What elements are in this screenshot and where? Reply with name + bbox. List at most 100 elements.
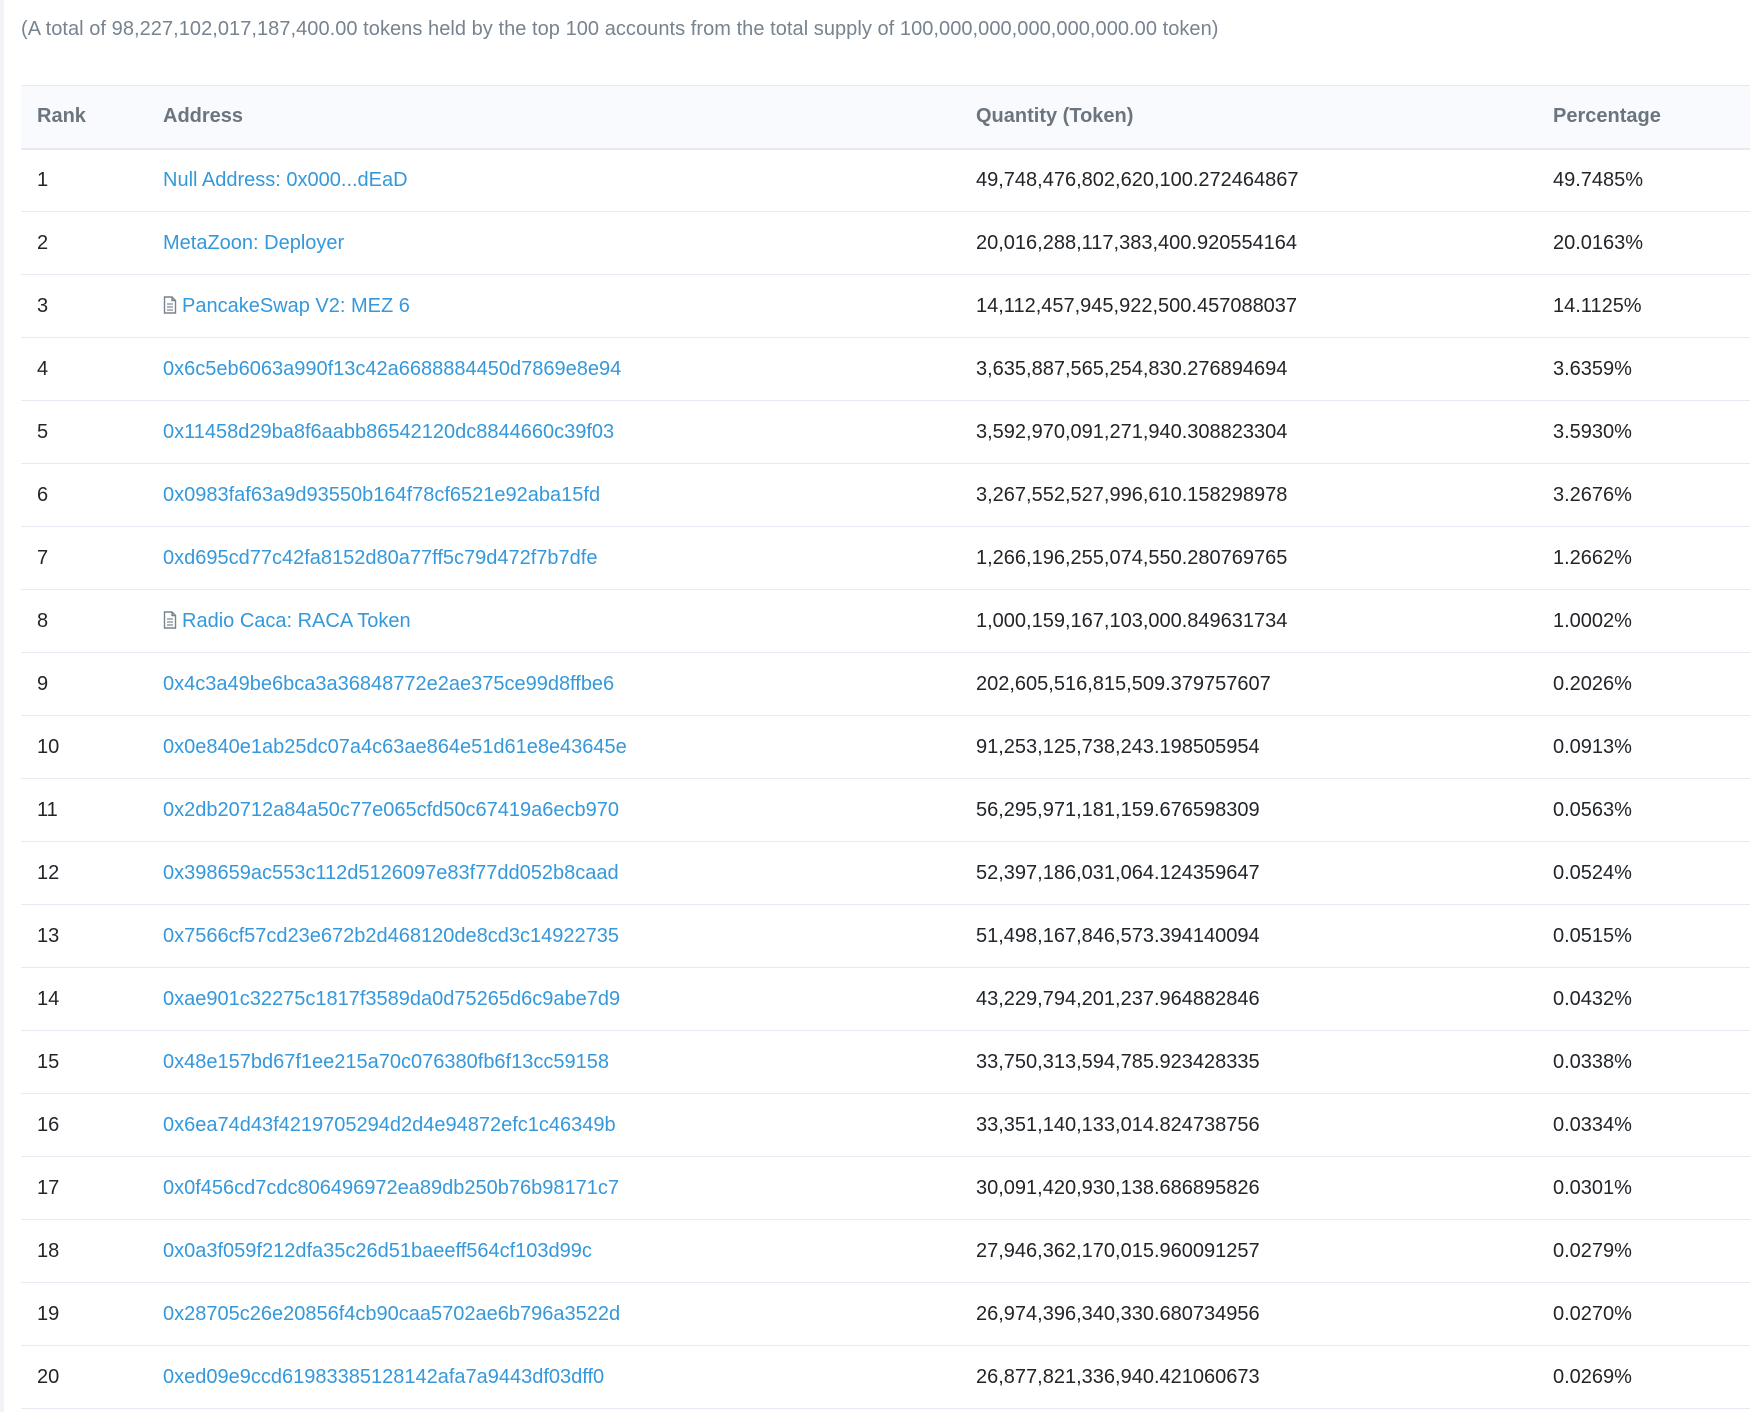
quantity-cell: 26,974,396,340,330.680734956	[976, 1302, 1260, 1325]
quantity-cell: 14,112,457,945,922,500.457088037	[976, 294, 1298, 317]
table-row: 5 0x11458d29ba8f6aabb86542120dc8844660c39…	[21, 401, 1750, 464]
table-row: 20 0xed09e9ccd61983385128142afa7a9443df03…	[21, 1346, 1750, 1409]
rank-cell: 2	[37, 231, 49, 254]
holder-address-link[interactable]: 0x7566cf57cd23e672b2d468120de8cd3c149227…	[163, 925, 619, 947]
table-row: 17 0x0f456cd7cdc806496972ea89db250b76b981…	[21, 1157, 1750, 1220]
address-cell: 0x4c3a49be6bca3a36848772e2ae375ce99d8ffb…	[147, 653, 960, 716]
holder-address-link[interactable]: 0x4c3a49be6bca3a36848772e2ae375ce99d8ffb…	[163, 673, 614, 695]
holder-address-link[interactable]: 0x398659ac553c112d5126097e83f77dd052b8ca…	[163, 862, 619, 884]
quantity-column-header: Quantity (Token)	[976, 105, 1134, 128]
percentage-cell: 0.0269%	[1553, 1365, 1632, 1388]
holder-address-link[interactable]: PancakeSwap V2: MEZ 6	[182, 295, 410, 317]
address-cell: MetaZoon: Deployer	[147, 212, 960, 275]
address-cell: 0x0a3f059f212dfa35c26d51baeeff564cf103d9…	[147, 1220, 960, 1283]
quantity-cell: 91,253,125,738,243.198505954	[976, 735, 1260, 758]
address-cell: 0xae901c32275c1817f3589da0d75265d6c9abe7…	[147, 968, 960, 1031]
holder-address-link[interactable]: Null Address: 0x000...dEaD	[163, 169, 408, 191]
holder-address-link[interactable]: 0x0983faf63a9d93550b164f78cf6521e92aba15…	[163, 484, 600, 506]
rank-cell: 6	[37, 483, 49, 506]
address-cell: 0xd695cd77c42fa8152d80a77ff5c79d472f7b7d…	[147, 527, 960, 590]
table-row: 1 Null Address: 0x000...dEaD 49,748,476,80…	[21, 149, 1750, 212]
holder-address-link[interactable]: 0xae901c32275c1817f3589da0d75265d6c9abe7…	[163, 988, 620, 1010]
table-row: 12 0x398659ac553c112d5126097e83f77dd052b8…	[21, 842, 1750, 905]
percentage-cell: 3.2676%	[1553, 483, 1632, 506]
holders-summary: (A total of 98,227,102,017,187,400.00 to…	[21, 18, 1219, 40]
quantity-cell: 30,091,420,930,138.686895826	[976, 1176, 1260, 1199]
holder-address-link[interactable]: 0xd695cd77c42fa8152d80a77ff5c79d472f7b7d…	[163, 547, 597, 569]
quantity-cell: 49,748,476,802,620,100.272464867	[976, 168, 1299, 191]
percentage-cell: 0.0301%	[1553, 1176, 1632, 1199]
holder-address-link[interactable]: 0x28705c26e20856f4cb90caa5702ae6b796a352…	[163, 1303, 620, 1325]
address-cell: 0x398659ac553c112d5126097e83f77dd052b8ca…	[147, 842, 960, 905]
rank-cell: 1	[37, 168, 49, 191]
holder-address-link[interactable]: Radio Caca: RACA Token	[182, 610, 411, 632]
table-row: 3 PancakeSwap V2: MEZ 6 14,112,457,945,922…	[21, 275, 1750, 338]
address-cell: 0xed09e9ccd61983385128142afa7a9443df03df…	[147, 1346, 960, 1409]
rank-cell: 9	[37, 672, 49, 695]
quantity-cell: 52,397,186,031,064.124359647	[976, 861, 1260, 884]
holder-address-link[interactable]: 0x6c5eb6063a990f13c42a6688884450d7869e8e…	[163, 358, 621, 380]
holder-address-link[interactable]: MetaZoon: Deployer	[163, 232, 344, 254]
address-cell: 0x0e840e1ab25dc07a4c63ae864e51d61e8e4364…	[147, 716, 960, 779]
table-header: Rank Address Quantity (Token) Percentage	[21, 85, 1750, 149]
address-cell: 0x6ea74d43f4219705294d2d4e94872efc1c4634…	[147, 1094, 960, 1157]
percentage-cell: 0.2026%	[1553, 672, 1632, 695]
address-column-header: Address	[163, 105, 244, 128]
holder-address-link[interactable]: 0x11458d29ba8f6aabb86542120dc8844660c39f…	[163, 421, 614, 443]
percentage-cell: 49.7485%	[1553, 168, 1644, 191]
address-cell: 0x11458d29ba8f6aabb86542120dc8844660c39f…	[147, 401, 960, 464]
address-cell: Radio Caca: RACA Token	[147, 590, 960, 653]
quantity-cell: 20,016,288,117,383,400.920554164	[976, 231, 1298, 254]
address-cell: 0x0f456cd7cdc806496972ea89db250b76b98171…	[147, 1157, 960, 1220]
holder-address-link[interactable]: 0x6ea74d43f4219705294d2d4e94872efc1c4634…	[163, 1114, 616, 1136]
percentage-cell: 1.2662%	[1553, 546, 1632, 569]
percentage-cell: 0.0270%	[1553, 1302, 1632, 1325]
rank-cell: 4	[37, 357, 49, 380]
holder-address-link[interactable]: 0x0f456cd7cdc806496972ea89db250b76b98171…	[163, 1177, 619, 1199]
rank-cell: 3	[37, 294, 49, 317]
percentage-cell: 0.0524%	[1553, 861, 1632, 884]
table-row: 9 0x4c3a49be6bca3a36848772e2ae375ce99d8ff…	[21, 653, 1750, 716]
table-row: 16 0x6ea74d43f4219705294d2d4e94872efc1c46…	[21, 1094, 1750, 1157]
address-cell: 0x6c5eb6063a990f13c42a6688884450d7869e8e…	[147, 338, 960, 401]
percentage-cell: 0.0338%	[1553, 1050, 1632, 1073]
rank-cell: 16	[37, 1113, 60, 1136]
holder-address-link[interactable]: 0x0e840e1ab25dc07a4c63ae864e51d61e8e4364…	[163, 736, 627, 758]
rank-cell: 14	[37, 987, 60, 1010]
quantity-cell: 27,946,362,170,015.960091257	[976, 1239, 1260, 1262]
holder-address-link[interactable]: 0x0a3f059f212dfa35c26d51baeeff564cf103d9…	[163, 1240, 592, 1262]
file-document-icon	[163, 295, 177, 314]
rank-column-header: Rank	[37, 105, 86, 128]
rank-cell: 19	[37, 1302, 60, 1325]
rank-cell: 15	[37, 1050, 60, 1073]
percentage-cell: 14.1125%	[1553, 294, 1642, 317]
holder-address-link[interactable]: 0x2db20712a84a50c77e065cfd50c67419a6ecb9…	[163, 799, 619, 821]
quantity-cell: 56,295,971,181,159.676598309	[976, 798, 1260, 821]
rank-cell: 20	[37, 1365, 60, 1388]
percentage-cell: 3.5930%	[1553, 420, 1632, 443]
rank-cell: 5	[37, 420, 49, 443]
rank-cell: 12	[37, 861, 60, 884]
address-cell: 0x2db20712a84a50c77e065cfd50c67419a6ecb9…	[147, 779, 960, 842]
rank-cell: 17	[37, 1176, 60, 1199]
holder-address-link[interactable]: 0x48e157bd67f1ee215a70c076380fb6f13cc591…	[163, 1051, 609, 1073]
rank-cell: 10	[37, 735, 60, 758]
rank-cell: 11	[37, 798, 58, 821]
table-row: 7 0xd695cd77c42fa8152d80a77ff5c79d472f7b7…	[21, 527, 1750, 590]
address-cell: PancakeSwap V2: MEZ 6	[147, 275, 960, 338]
token-holders-table: Rank Address Quantity (Token) Percentage…	[21, 85, 1750, 1409]
percentage-cell: 0.0432%	[1553, 987, 1632, 1010]
table-row: 4 0x6c5eb6063a990f13c42a6688884450d7869e8…	[21, 338, 1750, 401]
address-cell: 0x0983faf63a9d93550b164f78cf6521e92aba15…	[147, 464, 960, 527]
quantity-cell: 1,000,159,167,103,000.849631734	[976, 609, 1288, 632]
percentage-cell: 3.6359%	[1553, 357, 1632, 380]
table-row: 8 Radio Caca: RACA Token 1,000,159,167,103…	[21, 590, 1750, 653]
percentage-cell: 0.0913%	[1553, 735, 1632, 758]
address-cell: 0x48e157bd67f1ee215a70c076380fb6f13cc591…	[147, 1031, 960, 1094]
quantity-cell: 26,877,821,336,940.421060673	[976, 1365, 1260, 1388]
table-body: 1 Null Address: 0x000...dEaD 49,748,476,80…	[21, 149, 1750, 1409]
rank-cell: 8	[37, 609, 49, 632]
address-cell: 0x7566cf57cd23e672b2d468120de8cd3c149227…	[147, 905, 960, 968]
table-row: 10 0x0e840e1ab25dc07a4c63ae864e51d61e8e43…	[21, 716, 1750, 779]
holder-address-link[interactable]: 0xed09e9ccd61983385128142afa7a9443df03df…	[163, 1366, 604, 1388]
